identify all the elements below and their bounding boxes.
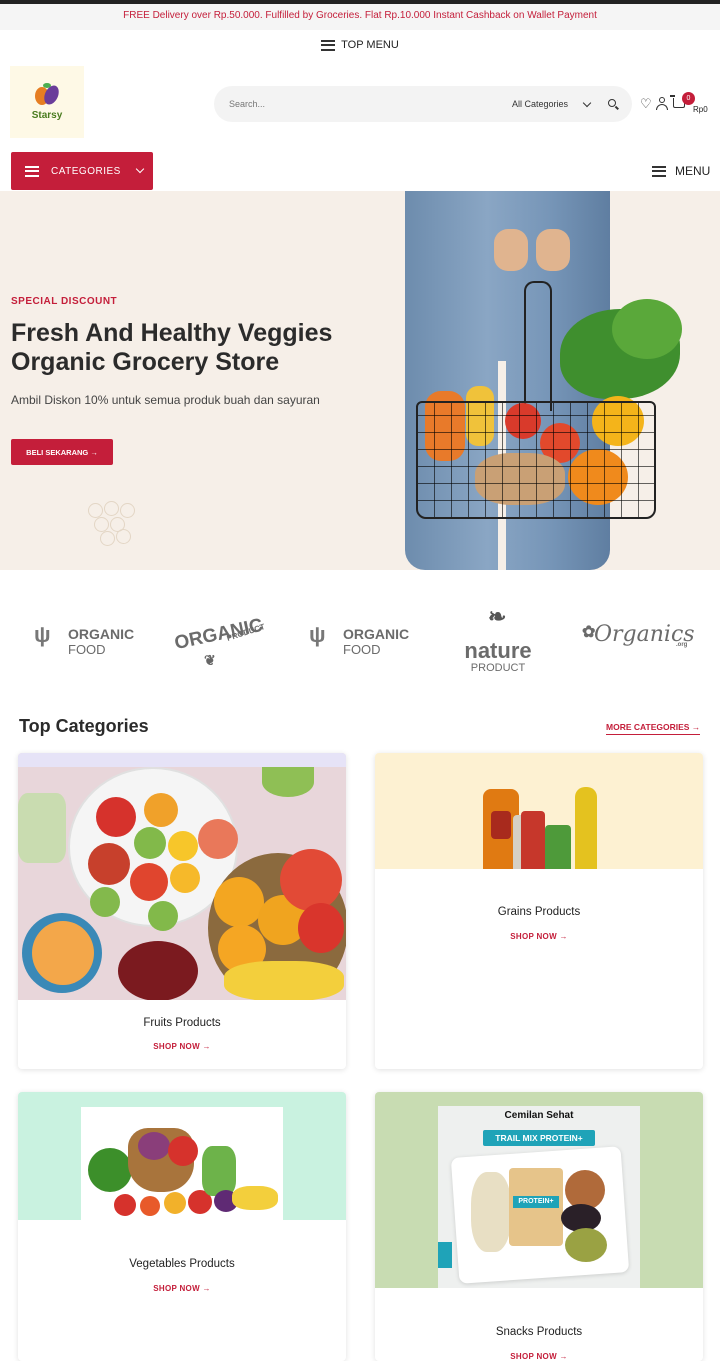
wire-basket-image xyxy=(416,401,656,519)
hero-subtitle: Ambil Diskon 10% untuk semua produk buah… xyxy=(11,393,320,407)
grapes-outline-icon xyxy=(80,499,140,559)
basket-handle xyxy=(524,281,552,411)
leaf-icon: ❦ xyxy=(204,652,216,668)
header-icons: ♡ 0 Rp0 xyxy=(638,92,718,118)
vegetables-image xyxy=(18,1092,346,1220)
top-menu-toggle[interactable]: TOP MENU xyxy=(0,30,720,60)
grains-image xyxy=(375,753,703,869)
top-menu-label: TOP MENU xyxy=(341,39,399,51)
hero-title: Fresh And Healthy Veggies Organic Grocer… xyxy=(11,319,333,376)
shop-now-link[interactable]: SHOP NOW → xyxy=(375,1352,703,1361)
more-categories-link[interactable]: MORE CATEGORIES → xyxy=(606,722,701,735)
card-title: Vegetables Products xyxy=(129,1258,235,1270)
search-bar: Search... All Categories xyxy=(214,86,632,122)
snacks-image: Cemilan Sehat TRAIL MIX PROTEIN+ PROTEIN… xyxy=(375,1092,703,1288)
shop-now-link[interactable]: SHOP NOW → xyxy=(375,932,703,941)
hand-image xyxy=(536,229,570,271)
cart-total: Rp0 xyxy=(693,105,708,114)
promo-bar: FREE Delivery over Rp.50.000. Fulfilled … xyxy=(0,4,720,30)
chevron-down-icon xyxy=(135,164,145,174)
chevron-down-icon xyxy=(582,98,592,108)
brand-logos-row: ψ ORGANIC FOOD ORGANIC PRODUCT ❦ ψ ORGAN… xyxy=(34,604,695,674)
promo-text: FREE Delivery over Rp.50.000. Fulfilled … xyxy=(123,10,597,21)
menu-label: MENU xyxy=(675,164,711,178)
account-user-icon[interactable] xyxy=(656,97,668,110)
wishlist-heart-icon[interactable]: ♡ xyxy=(640,97,652,111)
hand-image xyxy=(494,229,528,271)
leaf-icon: ❧ xyxy=(488,604,507,629)
fork-leaf-icon: ψ xyxy=(34,622,51,647)
hamburger-icon xyxy=(25,165,39,177)
hamburger-icon xyxy=(321,39,336,51)
hero-banner: SPECIAL DISCOUNT Fresh And Healthy Veggi… xyxy=(0,191,720,570)
site-logo[interactable]: Starsy xyxy=(10,66,84,138)
category-card-vegetables[interactable]: Vegetables Products SHOP NOW → xyxy=(18,1092,346,1361)
card-title: Snacks Products xyxy=(495,1326,583,1338)
shop-now-link[interactable]: SHOP NOW → xyxy=(18,1284,346,1293)
category-select-value: All Categories xyxy=(512,99,569,109)
menu-button[interactable]: MENU xyxy=(652,160,710,182)
hero-kicker: SPECIAL DISCOUNT xyxy=(11,296,118,307)
category-card-grains[interactable]: Grains Products SHOP NOW → xyxy=(375,753,703,1069)
card-title: Grains Products xyxy=(497,906,581,918)
categories-label: CATEGORIES xyxy=(51,165,121,177)
category-card-snacks[interactable]: Cemilan Sehat TRAIL MIX PROTEIN+ PROTEIN… xyxy=(375,1092,703,1361)
buy-now-button[interactable]: BELI SEKARANG → xyxy=(11,439,113,465)
fork-leaf-icon: ψ xyxy=(309,622,326,647)
category-card-fruits[interactable]: Fruits Products SHOP NOW → xyxy=(18,753,346,1069)
category-select[interactable]: All Categories xyxy=(472,98,602,109)
logo-text: Starsy xyxy=(31,110,63,121)
card-title: Fruits Products xyxy=(143,1017,221,1029)
cart-count-badge: 0 xyxy=(682,92,695,105)
top-categories-title: Top Categories xyxy=(19,716,149,736)
fruit-logo-icon xyxy=(33,83,62,109)
shop-now-link[interactable]: SHOP NOW → xyxy=(18,1042,346,1051)
hamburger-icon xyxy=(652,165,666,177)
search-input[interactable]: Search... xyxy=(214,99,472,109)
fruits-image xyxy=(18,753,346,1000)
search-icon[interactable] xyxy=(602,86,632,122)
categories-button[interactable]: CATEGORIES xyxy=(11,152,153,190)
